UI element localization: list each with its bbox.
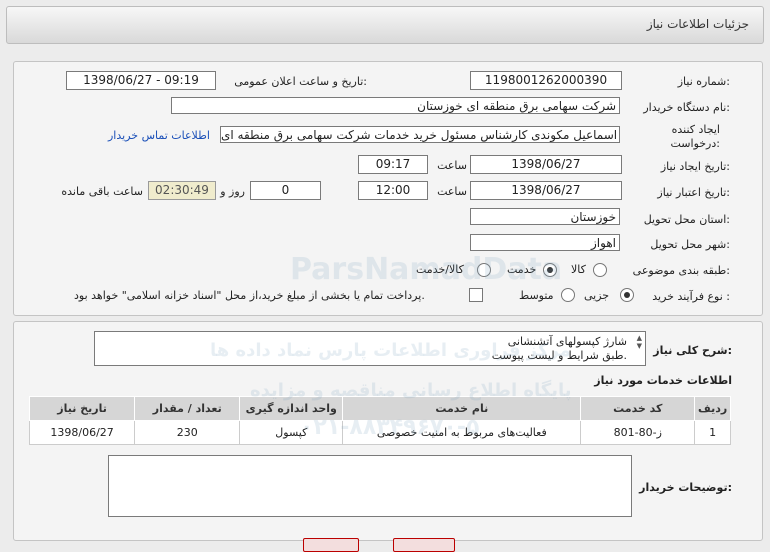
scroll-arrows-icon[interactable]: ▲ ▼: [637, 334, 642, 350]
creator-label-1: ایجاد کننده: [671, 123, 720, 136]
services-title: اطلاعات خدمات مورد نیاز: [594, 374, 732, 387]
purchase-type-label: نوع فرآیند خرید :: [652, 290, 730, 303]
table-row: 1398/06/27 230 کپسول فعالیت‌های مربوط به…: [28, 420, 731, 445]
category-goods-service-label: کالا/خدمت: [416, 263, 464, 276]
category-radio-goods[interactable]: [593, 263, 607, 277]
remaining-label: ساعت باقی مانده: [61, 185, 143, 198]
col-unit: واحد اندازه گیری: [239, 396, 344, 421]
category-radio-service[interactable]: [543, 263, 557, 277]
remaining-time-field: 02:30:49: [148, 181, 216, 200]
city-field: اهواز: [470, 234, 620, 251]
province-label: استان محل تحویل:: [643, 213, 730, 226]
need-number-field: 1198001262000390: [470, 71, 622, 90]
days-field: 0: [250, 181, 321, 200]
created-time-field: 09:17: [358, 155, 428, 174]
validity-date-field: 1398/06/27: [470, 181, 622, 200]
city-label: شهر محل تحویل:: [650, 238, 730, 251]
cell-qty: 230: [134, 420, 241, 445]
payment-note: پرداخت تمام یا بخشی از مبلغ خرید،از محل …: [74, 289, 425, 302]
buyer-contact-link[interactable]: اطلاعات تماس خریدار: [108, 129, 210, 142]
announce-label: تاریخ و ساعت اعلان عمومی:: [234, 75, 367, 88]
print-button[interactable]: [303, 538, 359, 552]
purchase-radio-medium[interactable]: [561, 288, 575, 302]
cell-service-name: فعالیت‌های مربوط به امنیت خصوصی: [342, 420, 582, 445]
cell-unit: کپسول: [239, 420, 344, 445]
category-radio-goods-service[interactable]: [477, 263, 491, 277]
created-date-field: 1398/06/27: [470, 155, 622, 174]
back-button[interactable]: [393, 538, 455, 552]
description-line-1: شارژ کپسولهای آتشنشانی: [507, 335, 627, 348]
col-qty: تعداد / مقدار: [134, 396, 241, 421]
category-label: طبقه بندی موضوعی:: [632, 264, 730, 277]
buyer-notes-box[interactable]: [108, 455, 632, 517]
announce-field: 1398/06/27 - 09:19: [66, 71, 216, 90]
creator-field: اسماعیل مکوندی کارشناس مسئول خرید خدمات …: [220, 126, 620, 143]
validity-time-label: ساعت: [437, 185, 467, 198]
day-label: روز و: [220, 185, 245, 198]
category-goods-label: کالا: [571, 263, 586, 276]
cell-row: 1: [694, 420, 731, 445]
province-field: خوزستان: [470, 208, 620, 225]
description-label: شرح کلی نیاز:: [653, 344, 732, 357]
buyer-notes-label: توضیحات خریدار:: [639, 481, 732, 494]
purchase-medium-label: متوسط: [519, 289, 554, 302]
created-time-label: ساعت: [437, 159, 467, 172]
buyer-org-label: نام دستگاه خریدار:: [643, 101, 730, 114]
col-service-name: نام خدمت: [342, 396, 582, 421]
col-date: تاریخ نیاز: [28, 396, 136, 421]
description-line-2: طبق شرایط و لیست پیوست.: [491, 349, 627, 362]
page-title: جزئیات اطلاعات نیاز: [646, 17, 749, 31]
col-service-code: کد خدمت: [580, 396, 696, 421]
page-header: جزئیات اطلاعات نیاز: [6, 6, 764, 44]
validity-label: تاریخ اعتبار نیاز:: [657, 186, 730, 199]
purchase-radio-minor[interactable]: [620, 288, 634, 302]
created-date-label: تاریخ ایجاد نیاز:: [660, 160, 730, 173]
buyer-org-field: شرکت سهامی برق منطقه ای خوزستان: [171, 97, 620, 114]
col-row: ردیف: [694, 396, 731, 421]
creator-label-2: درخواست:: [670, 137, 721, 150]
validity-time-field: 12:00: [358, 181, 428, 200]
cell-date: 1398/06/27: [28, 420, 136, 445]
treasury-checkbox[interactable]: [469, 288, 483, 302]
services-header-row: تاریخ نیاز تعداد / مقدار واحد اندازه گیر…: [28, 396, 731, 421]
description-textarea[interactable]: شارژ کپسولهای آتشنشانی طبق شرایط و لیست …: [94, 331, 646, 366]
category-service-label: خدمت: [507, 263, 537, 276]
purchase-minor-label: جزیی: [584, 289, 610, 302]
cell-service-code: ز-80-801: [580, 420, 696, 445]
need-number-label: شماره نیاز:: [677, 75, 730, 88]
services-table: تاریخ نیاز تعداد / مقدار واحد اندازه گیر…: [28, 396, 731, 445]
